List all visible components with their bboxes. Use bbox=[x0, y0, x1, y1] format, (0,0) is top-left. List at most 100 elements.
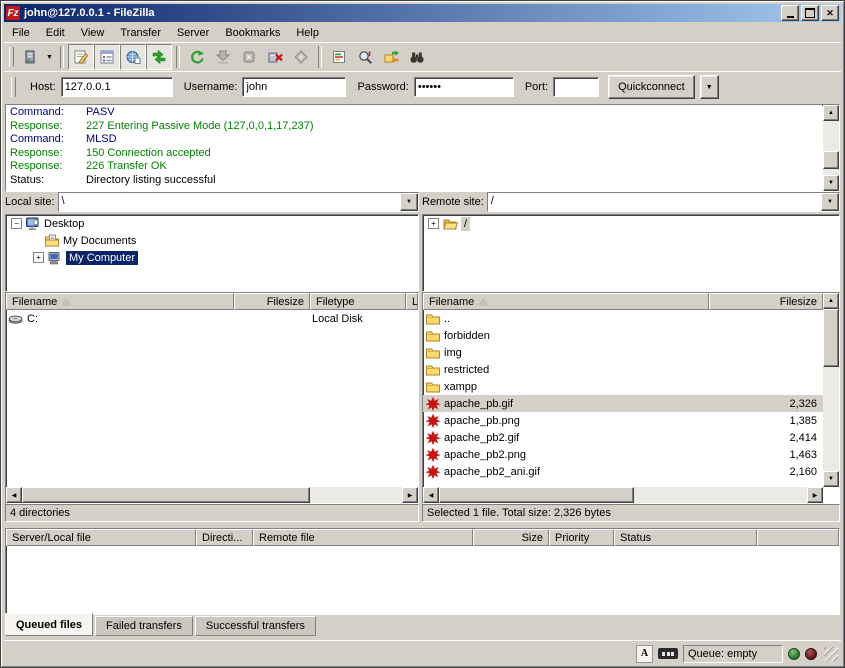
minimize-icon bbox=[787, 16, 794, 18]
title-bar[interactable]: Fz john@127.0.0.1 - FileZilla ✕ bbox=[4, 4, 841, 22]
remote-vscroll-thumb[interactable] bbox=[823, 309, 839, 367]
remote-vscrollbar[interactable]: ▲ ▼ bbox=[823, 293, 839, 487]
file-row[interactable]: .. bbox=[423, 310, 823, 327]
toggle-local-tree-button[interactable] bbox=[94, 44, 120, 70]
sync-browsing-button[interactable] bbox=[378, 44, 404, 70]
reconnect-button[interactable] bbox=[288, 44, 314, 70]
file-row[interactable]: C: Local Disk bbox=[6, 310, 418, 327]
resize-grip[interactable] bbox=[824, 647, 838, 661]
log-scrollbar[interactable]: ▲ ▼ bbox=[823, 105, 839, 191]
tree-item-root[interactable]: + / bbox=[423, 215, 839, 232]
expand-icon[interactable]: + bbox=[33, 252, 44, 263]
scroll-down-icon[interactable]: ▼ bbox=[823, 175, 839, 191]
local-hscroll-thumb[interactable] bbox=[22, 487, 310, 503]
menu-view[interactable]: View bbox=[73, 25, 113, 41]
cancel-operation-button[interactable] bbox=[236, 44, 262, 70]
toggle-transfer-queue-button[interactable] bbox=[146, 44, 172, 70]
local-tree[interactable]: − Desktop My Documents + My Computer bbox=[5, 214, 419, 292]
tab-failed-transfers[interactable]: Failed transfers bbox=[95, 616, 193, 636]
local-list-header: Filename Filesize Filetype L bbox=[6, 293, 418, 310]
tab-queued-files[interactable]: Queued files bbox=[5, 613, 93, 636]
menu-help[interactable]: Help bbox=[288, 25, 327, 41]
column-header-filetype[interactable]: Filetype bbox=[310, 293, 406, 310]
scroll-down-icon[interactable]: ▼ bbox=[823, 471, 839, 487]
message-log: Command:PASV Response:227 Entering Passi… bbox=[5, 104, 840, 192]
menu-edit[interactable]: Edit bbox=[38, 25, 73, 41]
column-header-filename[interactable]: Filename bbox=[423, 293, 709, 310]
scroll-left-icon[interactable]: ◀ bbox=[423, 487, 439, 503]
file-row[interactable]: apache_pb2_ani.gif 2,160 bbox=[423, 463, 823, 480]
tree-item-desktop[interactable]: − Desktop bbox=[6, 215, 418, 232]
collapse-icon[interactable]: − bbox=[11, 218, 22, 229]
file-search-button[interactable] bbox=[404, 44, 430, 70]
compare-button[interactable] bbox=[352, 44, 378, 70]
column-header-filesize[interactable]: Filesize bbox=[234, 293, 310, 310]
password-input[interactable] bbox=[414, 77, 514, 97]
file-row-selected[interactable]: apache_pb.gif 2,326 bbox=[423, 395, 823, 412]
log-line: Status:Directory listing successful bbox=[10, 174, 820, 188]
chevron-down-icon[interactable]: ▼ bbox=[400, 193, 418, 211]
chevron-down-icon[interactable]: ▼ bbox=[821, 193, 839, 211]
tree-item-my-documents[interactable]: My Documents bbox=[6, 232, 418, 249]
local-hscrollbar[interactable]: ◀ ▶ bbox=[6, 487, 418, 503]
log-line: Command:PASV bbox=[10, 106, 820, 120]
remote-tree[interactable]: + / bbox=[422, 214, 840, 292]
expand-icon[interactable]: + bbox=[428, 218, 439, 229]
column-header-size[interactable]: Size bbox=[473, 529, 549, 546]
remote-hscroll-thumb[interactable] bbox=[439, 487, 634, 503]
process-queue-button[interactable] bbox=[210, 44, 236, 70]
column-header-priority[interactable]: Priority bbox=[549, 529, 614, 546]
column-header-filesize[interactable]: Filesize bbox=[709, 293, 823, 310]
filter-button[interactable] bbox=[326, 44, 352, 70]
ascii-data-type-icon: A bbox=[636, 645, 653, 663]
username-input[interactable] bbox=[242, 77, 346, 97]
file-row[interactable]: xampp bbox=[423, 378, 823, 395]
file-row[interactable]: apache_pb.png 1,385 bbox=[423, 412, 823, 429]
scroll-right-icon[interactable]: ▶ bbox=[402, 487, 418, 503]
close-button[interactable]: ✕ bbox=[821, 5, 839, 21]
disconnect-button[interactable] bbox=[262, 44, 288, 70]
tree-item-my-computer[interactable]: + My Computer bbox=[6, 249, 418, 266]
column-header-filler bbox=[757, 529, 839, 546]
remote-site-value: / bbox=[488, 193, 821, 211]
quickconnect-dropdown[interactable]: ▼ bbox=[700, 75, 719, 99]
file-row[interactable]: apache_pb2.gif 2,414 bbox=[423, 429, 823, 446]
tab-successful-transfers[interactable]: Successful transfers bbox=[195, 616, 316, 636]
host-input[interactable] bbox=[61, 77, 173, 97]
remote-hscrollbar[interactable]: ◀ ▶ bbox=[423, 487, 823, 503]
refresh-button[interactable] bbox=[184, 44, 210, 70]
toggle-remote-tree-button[interactable] bbox=[120, 44, 146, 70]
scroll-up-icon[interactable]: ▲ bbox=[823, 105, 839, 121]
site-manager-button[interactable] bbox=[17, 44, 43, 70]
log-scroll-thumb[interactable] bbox=[823, 151, 839, 169]
column-header-direction[interactable]: Directi... bbox=[196, 529, 253, 546]
local-site-combo[interactable]: \ ▼ bbox=[58, 192, 419, 212]
local-file-list[interactable]: Filename Filesize Filetype L C: Local Di… bbox=[5, 292, 419, 504]
file-row[interactable]: apache_pb2.png 1,463 bbox=[423, 446, 823, 463]
site-manager-dropdown[interactable]: ▼ bbox=[43, 45, 56, 69]
menu-file[interactable]: File bbox=[4, 25, 38, 41]
scroll-left-icon[interactable]: ◀ bbox=[6, 487, 22, 503]
column-header-filename[interactable]: Filename bbox=[6, 293, 234, 310]
transfer-queue-icon bbox=[151, 49, 167, 65]
remote-site-combo[interactable]: / ▼ bbox=[487, 192, 840, 212]
file-row[interactable]: restricted bbox=[423, 361, 823, 378]
quickconnect-button[interactable]: Quickconnect bbox=[608, 75, 695, 99]
column-header-status[interactable]: Status bbox=[614, 529, 757, 546]
toggle-message-log-button[interactable] bbox=[68, 44, 94, 70]
scroll-right-icon[interactable]: ▶ bbox=[807, 487, 823, 503]
column-header-lastmodified[interactable]: L bbox=[406, 293, 418, 310]
minimize-button[interactable] bbox=[781, 5, 799, 21]
remote-file-list[interactable]: Filename Filesize .. forbidden img bbox=[422, 292, 840, 504]
menu-transfer[interactable]: Transfer bbox=[112, 25, 169, 41]
menu-server[interactable]: Server bbox=[169, 25, 217, 41]
file-row[interactable]: forbidden bbox=[423, 327, 823, 344]
column-header-server-local-file[interactable]: Server/Local file bbox=[6, 529, 196, 546]
file-row[interactable]: img bbox=[423, 344, 823, 361]
port-input[interactable] bbox=[553, 77, 599, 97]
column-header-remote-file[interactable]: Remote file bbox=[253, 529, 473, 546]
scroll-up-icon[interactable]: ▲ bbox=[823, 293, 839, 309]
transfer-queue[interactable]: Server/Local file Directi... Remote file… bbox=[5, 528, 840, 615]
maximize-button[interactable] bbox=[801, 5, 819, 21]
menu-bookmarks[interactable]: Bookmarks bbox=[217, 25, 288, 41]
